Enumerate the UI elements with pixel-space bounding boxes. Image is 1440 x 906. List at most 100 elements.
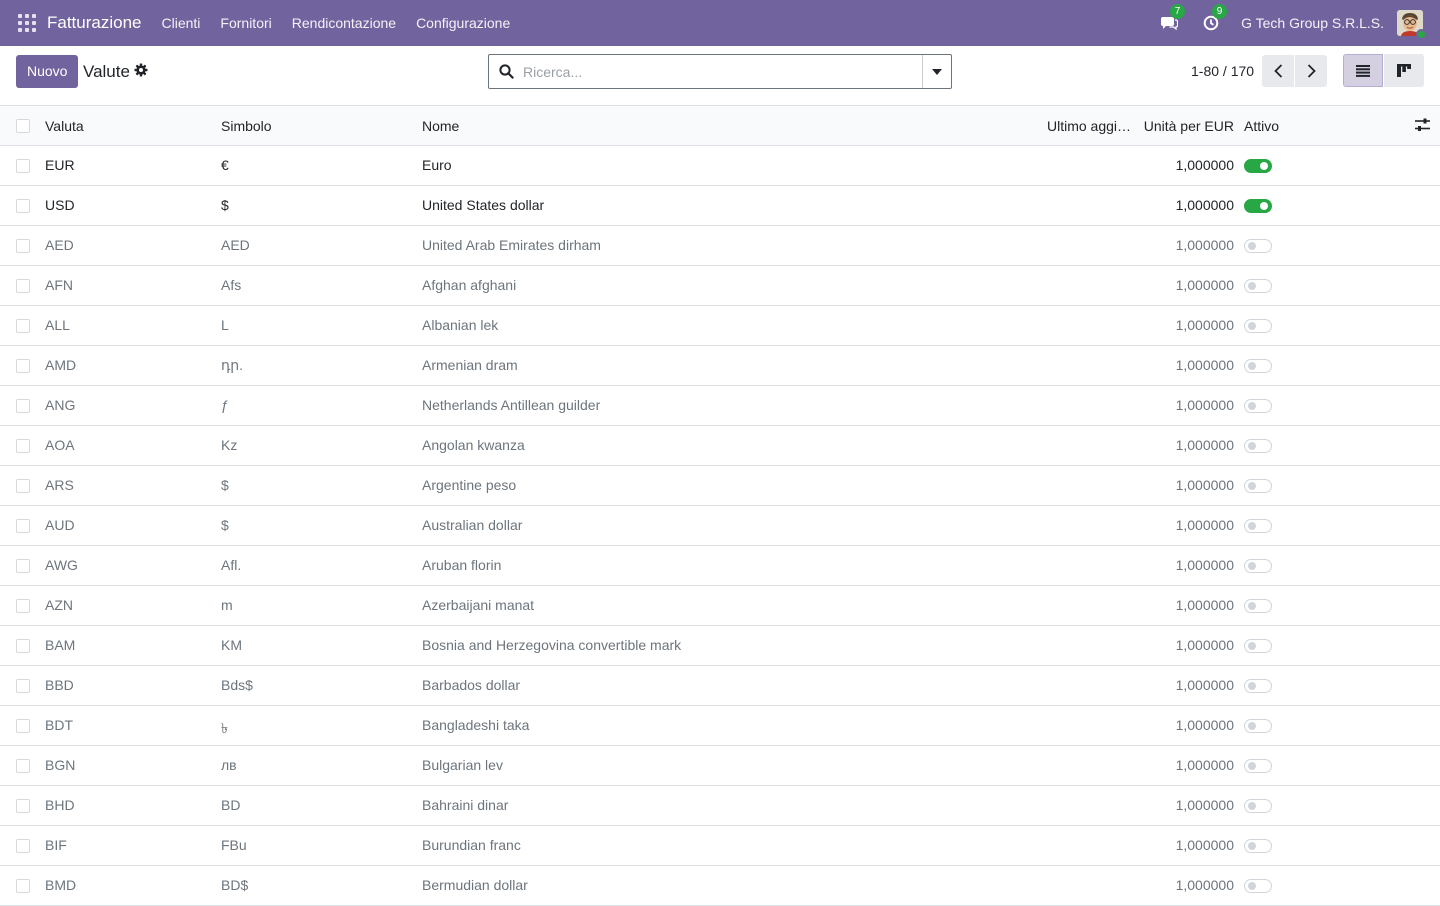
new-button[interactable]: Nuovo — [16, 55, 79, 88]
table-row[interactable]: AMD դր. Armenian dram 1,000000 — [0, 346, 1440, 386]
row-checkbox[interactable] — [16, 159, 30, 173]
row-checkbox[interactable] — [16, 519, 30, 533]
table-row[interactable]: BBD Bds$ Barbados dollar 1,000000 — [0, 666, 1440, 706]
row-checkbox[interactable] — [16, 599, 30, 613]
currency-code: BGN — [45, 757, 76, 773]
table-row[interactable]: BAM KM Bosnia and Herzegovina convertible … — [0, 626, 1440, 666]
pager-next-button[interactable] — [1295, 55, 1327, 87]
menu-item-rendicontazione[interactable]: Rendicontazione — [292, 15, 396, 31]
currency-name: Argentine peso — [422, 477, 517, 493]
table-row[interactable]: ARS $ Argentine peso 1,000000 — [0, 466, 1440, 506]
messages-button[interactable]: 7 — [1159, 4, 1186, 33]
active-toggle[interactable] — [1244, 559, 1272, 573]
currency-code: AUD — [45, 517, 75, 533]
toggle-knob — [1248, 682, 1256, 690]
active-toggle[interactable] — [1244, 439, 1272, 453]
currency-symbol: € — [221, 157, 229, 173]
row-checkbox[interactable] — [16, 319, 30, 333]
table-row[interactable]: USD $ United States dollar 1,000000 — [0, 186, 1440, 226]
row-checkbox[interactable] — [16, 279, 30, 293]
active-toggle[interactable] — [1244, 679, 1272, 693]
table-row[interactable]: EUR € Euro 1,000000 — [0, 146, 1440, 186]
column-header-unita-per-eur[interactable]: Unità per EUR — [1144, 118, 1234, 134]
active-toggle[interactable] — [1244, 639, 1272, 653]
column-header-simbolo[interactable]: Simbolo — [221, 118, 272, 134]
currency-rate: 1,000000 — [1175, 637, 1234, 653]
active-toggle[interactable] — [1244, 719, 1272, 733]
row-checkbox[interactable] — [16, 359, 30, 373]
row-checkbox[interactable] — [16, 239, 30, 253]
table-row[interactable]: AUD $ Australian dollar 1,000000 — [0, 506, 1440, 546]
search-input[interactable] — [523, 55, 922, 88]
table-row[interactable]: BIF FBu Burundian franc 1,000000 — [0, 826, 1440, 866]
toggle-knob — [1248, 722, 1256, 730]
active-toggle[interactable] — [1244, 839, 1272, 853]
menu-item-configurazione[interactable]: Configurazione — [416, 15, 510, 31]
active-toggle[interactable] — [1244, 799, 1272, 813]
row-checkbox[interactable] — [16, 799, 30, 813]
row-checkbox[interactable] — [16, 439, 30, 453]
user-avatar[interactable] — [1397, 10, 1427, 40]
row-checkbox[interactable] — [16, 759, 30, 773]
active-toggle[interactable] — [1244, 159, 1272, 173]
row-checkbox[interactable] — [16, 479, 30, 493]
apps-grid-icon[interactable] — [18, 14, 36, 32]
column-header-attivo[interactable]: Attivo — [1244, 118, 1279, 134]
table-row[interactable]: BMD BD$ Bermudian dollar 1,000000 — [0, 866, 1440, 906]
row-checkbox[interactable] — [16, 399, 30, 413]
chevron-left-icon — [1273, 64, 1282, 78]
table-row[interactable]: BDT ৳ Bangladeshi taka 1,000000 — [0, 706, 1440, 746]
row-checkbox[interactable] — [16, 199, 30, 213]
table-row[interactable]: AZN m Azerbaijani manat 1,000000 — [0, 586, 1440, 626]
optional-columns-icon[interactable] — [1415, 118, 1430, 135]
currency-rate: 1,000000 — [1175, 357, 1234, 373]
menu-item-clienti[interactable]: Clienti — [162, 15, 201, 31]
active-toggle[interactable] — [1244, 599, 1272, 613]
company-switcher[interactable]: G Tech Group S.R.L.S. — [1241, 15, 1384, 31]
row-checkbox[interactable] — [16, 679, 30, 693]
column-header-nome[interactable]: Nome — [422, 118, 459, 134]
active-toggle[interactable] — [1244, 519, 1272, 533]
active-toggle[interactable] — [1244, 359, 1272, 373]
active-toggle[interactable] — [1244, 879, 1272, 893]
active-toggle[interactable] — [1244, 399, 1272, 413]
active-toggle[interactable] — [1244, 199, 1272, 213]
list-view-button[interactable] — [1343, 54, 1383, 87]
row-checkbox[interactable] — [16, 839, 30, 853]
activities-button[interactable]: 9 — [1201, 4, 1228, 33]
column-header-valuta[interactable]: Valuta — [45, 118, 84, 134]
menu-item-fornitori[interactable]: Fornitori — [220, 15, 271, 31]
column-header-ultimo-aggiornamento[interactable]: Ultimo aggi… — [1047, 118, 1131, 134]
table-row[interactable]: AWG Afl. Aruban florin 1,000000 — [0, 546, 1440, 586]
table-row[interactable]: AFN Afs Afghan afghani 1,000000 — [0, 266, 1440, 306]
active-toggle[interactable] — [1244, 319, 1272, 333]
gear-icon[interactable] — [134, 63, 148, 80]
currency-name: Angolan kwanza — [422, 437, 525, 453]
search-options-toggle[interactable] — [922, 55, 951, 88]
app-name[interactable]: Fatturazione — [47, 13, 142, 33]
pager-value[interactable]: 1-80 / 170 — [1191, 63, 1254, 79]
pager-previous-button[interactable] — [1262, 55, 1294, 87]
select-all-checkbox[interactable] — [16, 119, 30, 133]
row-checkbox[interactable] — [16, 719, 30, 733]
row-checkbox[interactable] — [16, 559, 30, 573]
table-row[interactable]: ANG ƒ Netherlands Antillean guilder 1,00000… — [0, 386, 1440, 426]
toggle-knob — [1248, 562, 1256, 570]
currency-symbol: Kz — [221, 437, 238, 453]
row-checkbox[interactable] — [16, 639, 30, 653]
currency-name: Aruban florin — [422, 557, 502, 573]
active-toggle[interactable] — [1244, 279, 1272, 293]
currency-name: Barbados dollar — [422, 677, 521, 693]
row-checkbox[interactable] — [16, 879, 30, 893]
active-toggle[interactable] — [1244, 239, 1272, 253]
active-toggle[interactable] — [1244, 759, 1272, 773]
table-row[interactable]: ALL L Albanian lek 1,000000 — [0, 306, 1440, 346]
table-row[interactable]: BHD BD Bahraini dinar 1,000000 — [0, 786, 1440, 826]
table-row[interactable]: BGN лв Bulgarian lev 1,000000 — [0, 746, 1440, 786]
currency-code: AWG — [45, 557, 78, 573]
table-row[interactable]: AOA Kz Angolan kwanza 1,000000 — [0, 426, 1440, 466]
table-row[interactable]: AED AED United Arab Emirates dirham 1,00000… — [0, 226, 1440, 266]
active-toggle[interactable] — [1244, 479, 1272, 493]
list-view-icon — [1356, 64, 1370, 77]
kanban-view-button[interactable] — [1384, 54, 1424, 87]
